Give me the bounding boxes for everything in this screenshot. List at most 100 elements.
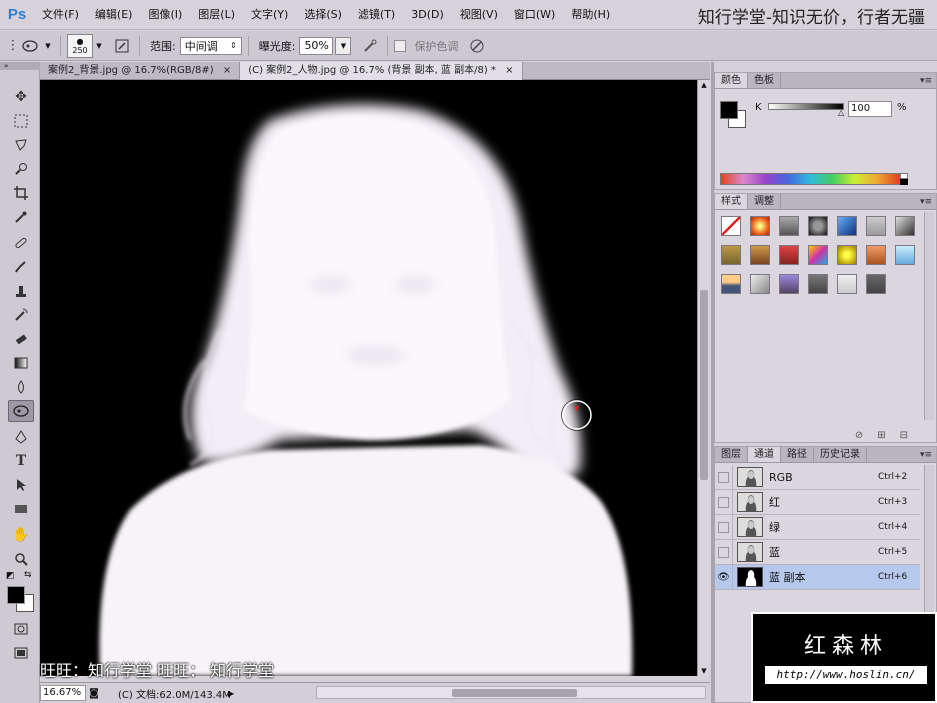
- crop-tool-icon[interactable]: [8, 182, 34, 204]
- healing-brush-tool-icon[interactable]: [8, 232, 34, 254]
- style-swatch[interactable]: [866, 245, 886, 265]
- channel-row[interactable]: 红 Ctrl+3: [715, 489, 920, 515]
- channel-row[interactable]: RGB Ctrl+2: [715, 464, 920, 490]
- menu-edit[interactable]: 编辑(E): [87, 0, 141, 30]
- style-swatch[interactable]: [895, 245, 915, 265]
- menu-select[interactable]: 选择(S): [296, 0, 350, 30]
- quick-selection-tool-icon[interactable]: [8, 158, 34, 180]
- toolbar-collapse-icon[interactable]: »: [0, 62, 40, 70]
- clone-stamp-tool-icon[interactable]: [8, 280, 34, 302]
- brush-panel-icon[interactable]: [111, 35, 133, 57]
- status-arrow-icon[interactable]: ▶: [228, 689, 240, 698]
- visibility-toggle[interactable]: [715, 489, 733, 515]
- color-fg-swatch[interactable]: [720, 101, 738, 119]
- tab-paths[interactable]: 路径: [781, 447, 814, 462]
- move-tool-icon[interactable]: ✥: [8, 86, 34, 108]
- scroll-thumb[interactable]: [700, 290, 708, 480]
- style-swatch[interactable]: [837, 216, 857, 236]
- tab-channels[interactable]: 通道: [748, 447, 781, 462]
- color-spectrum-bar[interactable]: [720, 173, 900, 185]
- style-swatch[interactable]: [808, 216, 828, 236]
- k-value-input[interactable]: 100: [848, 101, 892, 117]
- visibility-checkbox[interactable]: [718, 546, 729, 558]
- zoom-level-input[interactable]: 16.67%: [40, 685, 86, 701]
- style-swatch[interactable]: [779, 216, 799, 236]
- style-swatch[interactable]: [866, 216, 886, 236]
- visibility-checkbox[interactable]: [718, 471, 729, 483]
- panel-menu-icon[interactable]: ▾≡: [920, 73, 932, 89]
- style-swatch[interactable]: [750, 216, 770, 236]
- tab-styles[interactable]: 样式: [715, 194, 748, 209]
- status-menu-icon[interactable]: ◙: [86, 688, 102, 699]
- rectangle-tool-icon[interactable]: [8, 498, 34, 520]
- style-swatch[interactable]: [779, 245, 799, 265]
- style-swatch[interactable]: [721, 274, 741, 294]
- zoom-tool-icon[interactable]: [8, 548, 34, 570]
- lasso-tool-icon[interactable]: [8, 134, 34, 156]
- hand-tool-icon[interactable]: ✋: [8, 524, 34, 546]
- tab-layers[interactable]: 图层: [715, 447, 748, 462]
- default-colors-icon[interactable]: ◩: [6, 571, 15, 581]
- style-swatch[interactable]: [808, 245, 828, 265]
- eyedropper-tool-icon[interactable]: [8, 206, 34, 228]
- eraser-tool-icon[interactable]: [8, 328, 34, 350]
- tab-background-doc[interactable]: 案例2_背景.jpg @ 16.7%(RGB/8#) ×: [40, 62, 241, 80]
- airbrush-icon[interactable]: [359, 35, 381, 57]
- style-swatch[interactable]: [808, 274, 828, 294]
- tab-adjustments[interactable]: 调整: [748, 194, 781, 209]
- style-swatch[interactable]: [837, 245, 857, 265]
- tab-history[interactable]: 历史记录: [814, 447, 867, 462]
- type-tool-icon[interactable]: T: [8, 450, 34, 472]
- menu-type[interactable]: 文字(Y): [243, 0, 296, 30]
- visibility-checkbox[interactable]: [718, 496, 729, 508]
- styles-footer-icons[interactable]: ⊘⊞⊟: [855, 430, 922, 441]
- style-swatch[interactable]: [721, 216, 741, 236]
- visibility-toggle[interactable]: [715, 514, 733, 540]
- scroll-up-icon[interactable]: ▲: [698, 80, 710, 90]
- menu-filter[interactable]: 滤镜(T): [350, 0, 403, 30]
- scroll-thumb[interactable]: [452, 689, 577, 697]
- channel-row[interactable]: 👁 蓝 副本 Ctrl+6: [715, 564, 920, 590]
- brush-dropdown-icon[interactable]: ▼: [93, 35, 105, 57]
- foreground-color-swatch[interactable]: [7, 586, 25, 604]
- spectrum-black-chip[interactable]: [900, 179, 908, 185]
- path-selection-tool-icon[interactable]: [8, 474, 34, 496]
- panel-menu-icon[interactable]: ▾≡: [920, 194, 932, 210]
- menu-layer[interactable]: 图层(L): [190, 0, 243, 30]
- pressure-icon[interactable]: [466, 35, 488, 57]
- menu-help[interactable]: 帮助(H): [563, 0, 618, 30]
- screen-mode-icon[interactable]: [8, 642, 34, 664]
- menu-3d[interactable]: 3D(D): [403, 0, 452, 30]
- channel-row[interactable]: 绿 Ctrl+4: [715, 514, 920, 540]
- vertical-scrollbar[interactable]: ▲ ▼: [697, 80, 710, 676]
- style-swatch[interactable]: [895, 216, 915, 236]
- tab-color[interactable]: 颜色: [715, 73, 748, 88]
- protect-tones-checkbox[interactable]: [394, 39, 407, 52]
- menu-image[interactable]: 图像(I): [140, 0, 190, 30]
- exposure-slider-dropdown-icon[interactable]: ▼: [335, 36, 352, 55]
- scroll-down-icon[interactable]: ▼: [698, 666, 710, 676]
- k-slider-thumb-icon[interactable]: △: [838, 108, 844, 117]
- style-swatch[interactable]: [866, 274, 886, 294]
- tab-swatches[interactable]: 色板: [748, 73, 781, 88]
- sponge-tool-preset-icon[interactable]: [20, 35, 42, 57]
- style-swatch[interactable]: [721, 245, 741, 265]
- close-icon[interactable]: ×: [223, 65, 231, 76]
- channel-row[interactable]: 蓝 Ctrl+5: [715, 539, 920, 565]
- menu-file[interactable]: 文件(F): [34, 0, 87, 30]
- horizontal-scrollbar[interactable]: [316, 686, 706, 699]
- swap-colors-icon[interactable]: ⇆: [24, 570, 32, 580]
- blur-tool-icon[interactable]: [8, 376, 34, 398]
- quick-mask-icon[interactable]: [8, 618, 34, 640]
- history-brush-tool-icon[interactable]: [8, 304, 34, 326]
- close-icon[interactable]: ×: [505, 65, 513, 76]
- menu-window[interactable]: 窗口(W): [506, 0, 563, 30]
- gradient-tool-icon[interactable]: [8, 352, 34, 374]
- k-slider-track[interactable]: [768, 103, 844, 110]
- visibility-checkbox[interactable]: [718, 521, 729, 533]
- pen-tool-icon[interactable]: [8, 426, 34, 448]
- range-select[interactable]: 中间调 ⇕: [179, 36, 242, 55]
- style-swatch[interactable]: [779, 274, 799, 294]
- visibility-toggle[interactable]: [715, 539, 733, 565]
- document-canvas[interactable]: [40, 80, 697, 676]
